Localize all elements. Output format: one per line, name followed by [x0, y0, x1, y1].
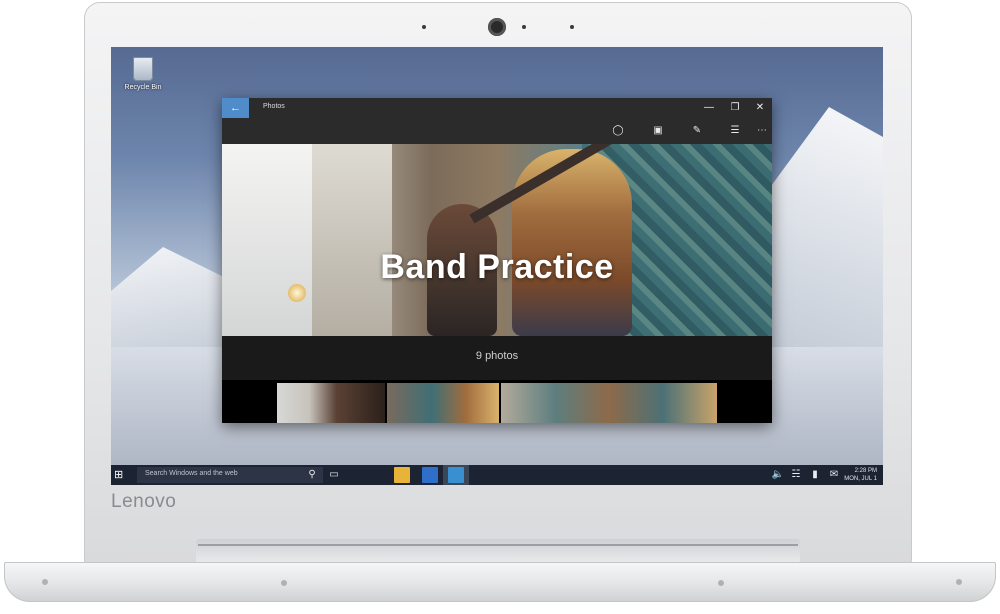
- album-hero-image[interactable]: Band Practice: [222, 144, 772, 336]
- restore-button[interactable]: ❐: [725, 100, 745, 116]
- photo-count: 9 photos: [475, 350, 519, 362]
- photo-thumbnail[interactable]: [277, 383, 385, 423]
- album-count-bar: 9 photos: [222, 336, 772, 380]
- hinge-line: [198, 544, 798, 546]
- select-icon: ☰: [730, 125, 740, 136]
- thumbnail-strip: [277, 383, 717, 423]
- search-box[interactable]: Search Windows and the web ⚲: [137, 467, 323, 483]
- laptop-base: [4, 562, 996, 602]
- sensor-dot: [522, 25, 526, 29]
- notifications-icon[interactable]: ✉: [827, 468, 841, 482]
- webcam: [488, 18, 506, 36]
- desktop-screen: Recycle Bin ← Photos — ❐ ✕ ◯ ▣ ✎ ☰ ⋯ Ban…: [111, 47, 883, 485]
- sensor-dot: [570, 25, 574, 29]
- photo-thumbnail[interactable]: [501, 383, 717, 423]
- app-title: Photos: [263, 103, 285, 110]
- recycle-bin-icon: [133, 57, 153, 81]
- select-button[interactable]: ☰: [726, 123, 744, 139]
- photos-icon: [448, 467, 464, 483]
- minimize-icon: —: [704, 102, 714, 113]
- brand-logo: Lenovo: [111, 491, 177, 512]
- edit-icon: ✎: [692, 125, 702, 136]
- clock-time: 2:28 PM: [854, 468, 877, 474]
- desktop-icon-recycle-bin[interactable]: Recycle Bin: [117, 57, 169, 91]
- microphone-icon: ⚲: [308, 469, 316, 480]
- base-screw: [718, 580, 724, 586]
- clock-date: MON, JUL 1: [844, 476, 877, 482]
- windows-logo-icon: ⊞: [114, 469, 124, 481]
- close-icon: ✕: [755, 102, 765, 113]
- base-screw: [42, 579, 48, 585]
- more-button[interactable]: ⋯: [753, 123, 771, 139]
- album-title: Band Practice: [380, 248, 614, 286]
- share-icon: ◯: [612, 125, 624, 136]
- more-icon: ⋯: [757, 125, 767, 136]
- photo-window-light: [222, 144, 312, 336]
- task-view-icon: ▭: [329, 469, 339, 480]
- back-button[interactable]: ←: [222, 98, 249, 118]
- close-button[interactable]: ✕: [750, 100, 770, 116]
- network-icon[interactable]: ☵: [789, 468, 803, 482]
- battery-icon[interactable]: ▮: [808, 468, 822, 482]
- share-button[interactable]: ◯: [609, 123, 627, 139]
- clock[interactable]: 2:28 PM MON, JUL 1: [844, 467, 877, 483]
- file-explorer-icon[interactable]: [394, 467, 410, 483]
- sensor-dot: [422, 25, 426, 29]
- base-screw: [281, 580, 287, 586]
- photo-wall: [312, 144, 392, 336]
- restore-icon: ❐: [730, 102, 740, 113]
- start-button[interactable]: ⊞: [114, 469, 126, 481]
- search-placeholder: Search Windows and the web: [145, 470, 238, 477]
- photos-app-window: ← Photos — ❐ ✕ ◯ ▣ ✎ ☰ ⋯ Band Practice 9…: [222, 98, 772, 423]
- slideshow-icon: ▣: [653, 125, 663, 136]
- photo-person: [512, 149, 632, 336]
- slideshow-button[interactable]: ▣: [649, 123, 667, 139]
- back-arrow-icon: ←: [230, 102, 241, 114]
- command-bar: ◯ ▣ ✎ ☰ ⋯: [222, 118, 772, 144]
- outlook-icon[interactable]: [422, 467, 438, 483]
- photo-thumbnail[interactable]: [387, 383, 499, 423]
- hinge: [196, 539, 800, 563]
- desktop-icon-label: Recycle Bin: [124, 84, 162, 91]
- edit-button[interactable]: ✎: [688, 123, 706, 139]
- taskbar: ⊞ Search Windows and the web ⚲ ▭ 🔈 ☵ ▮ ✉…: [111, 465, 883, 485]
- title-bar: ← Photos — ❐ ✕: [222, 98, 772, 118]
- task-view-button[interactable]: ▭: [327, 468, 341, 482]
- minimize-button[interactable]: —: [699, 100, 719, 116]
- base-screw: [956, 579, 962, 585]
- volume-icon[interactable]: 🔈: [771, 468, 785, 482]
- taskbar-active-app[interactable]: [443, 465, 469, 485]
